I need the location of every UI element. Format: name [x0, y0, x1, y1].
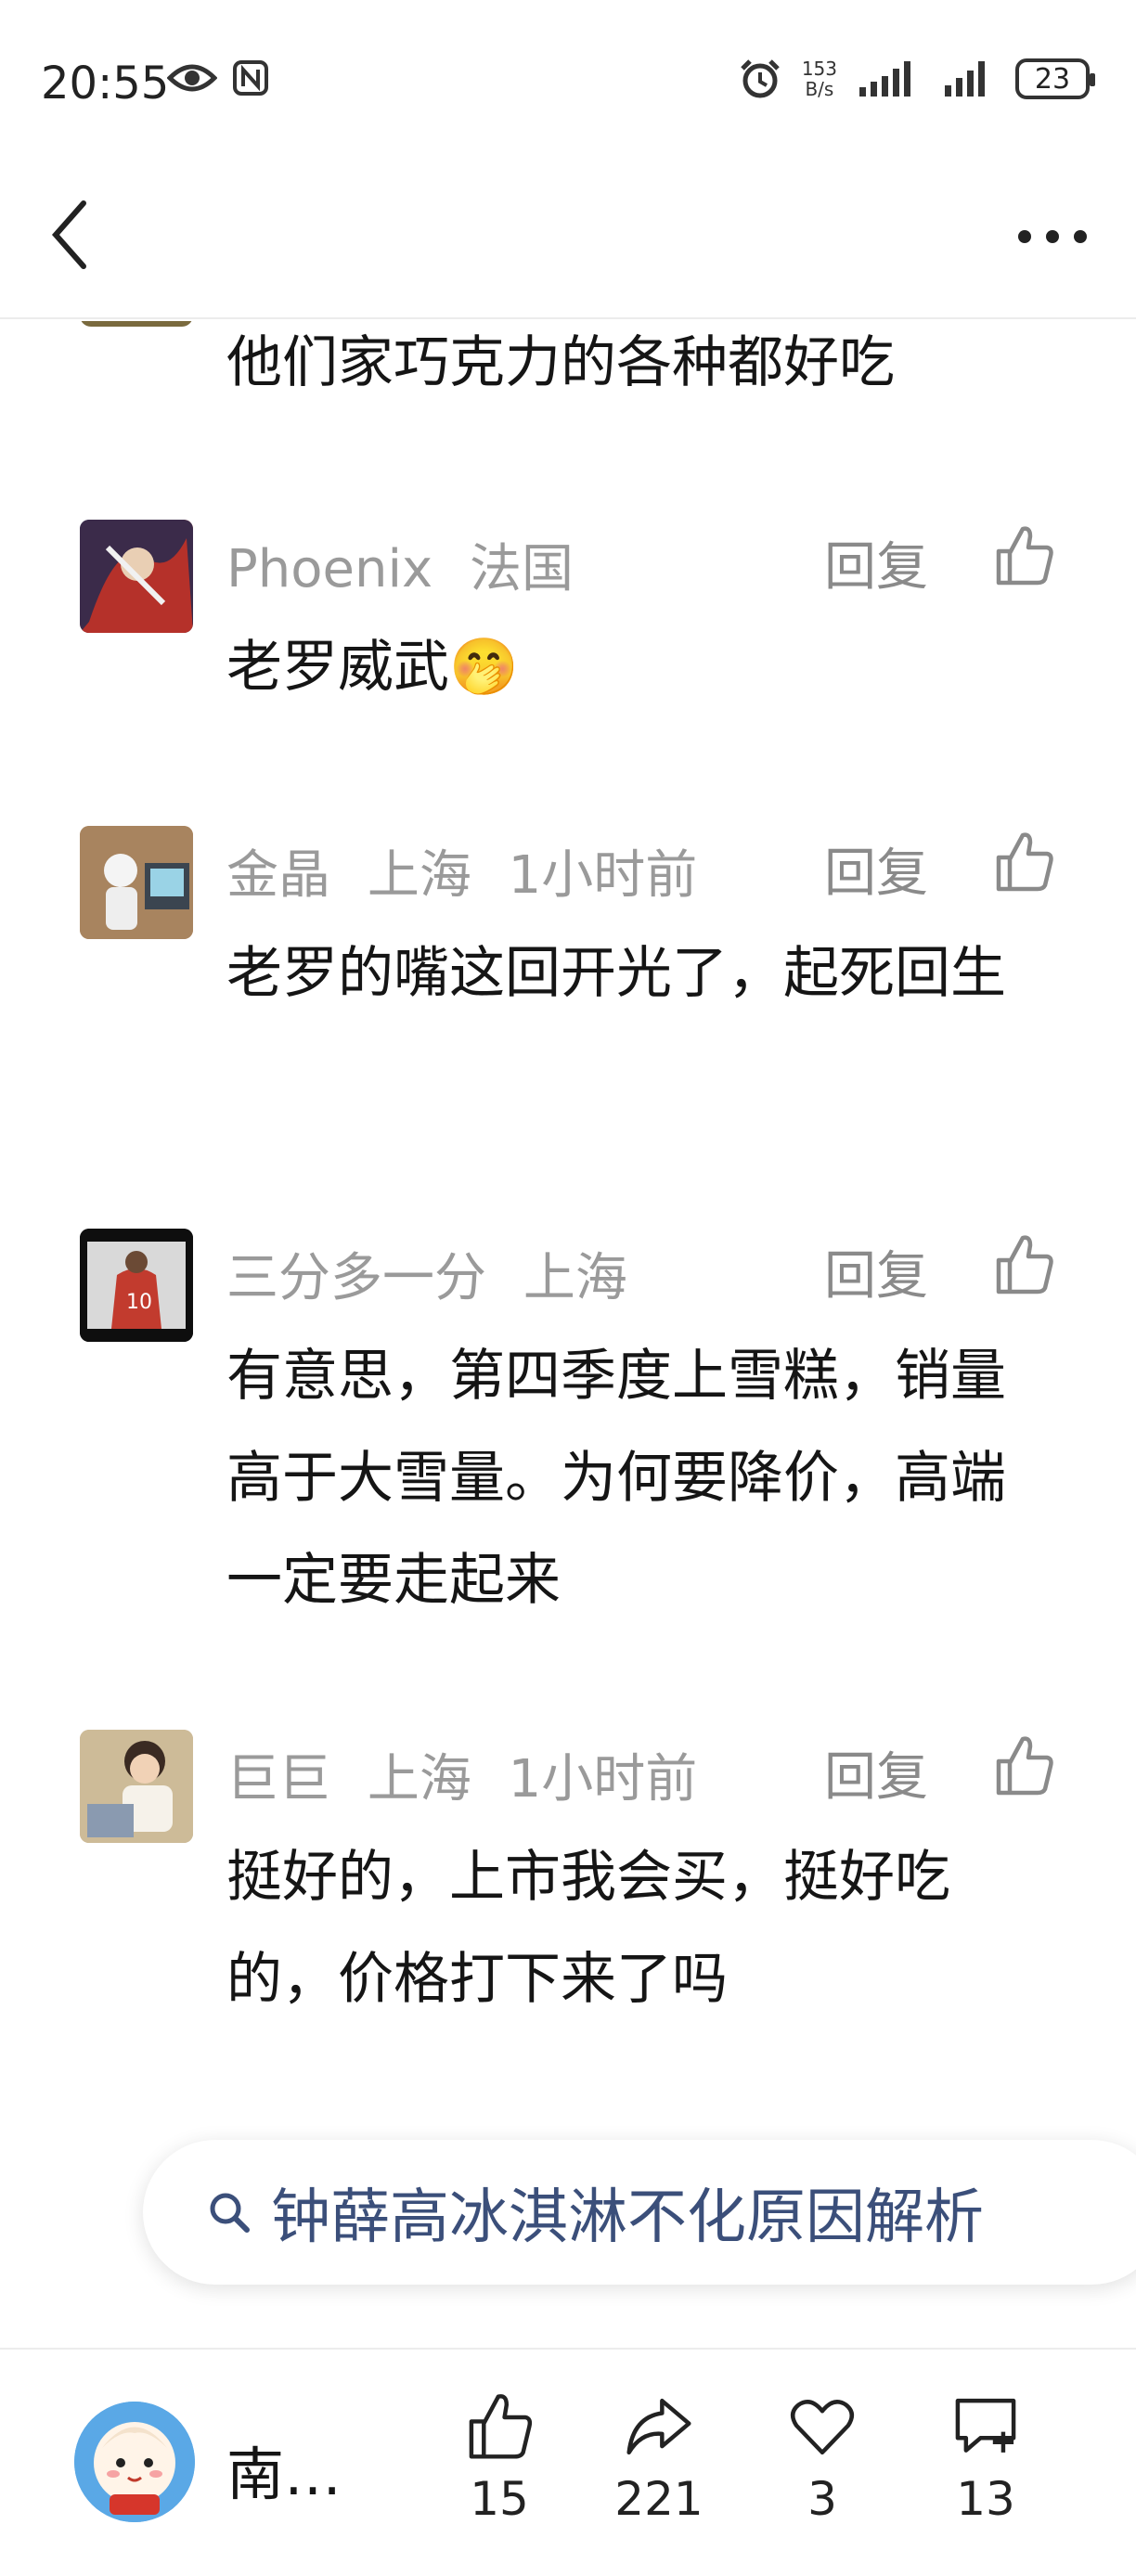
thumbs-up-icon [469, 2394, 533, 2459]
network-speed-unit: B/s [805, 78, 834, 100]
comment-username[interactable]: 金晶 [226, 845, 330, 906]
comment-meta: 巨巨 上海 1小时前 [226, 1737, 697, 1812]
comment-username[interactable]: Phoenix [226, 539, 432, 599]
comment-text: 老罗的嘴这回开光了，起死回生 [226, 941, 1006, 1006]
chevron-left-icon [51, 200, 86, 269]
comment-time: 1小时前 [508, 1749, 698, 1810]
favorite-count: 3 [807, 2472, 837, 2526]
comment-meta: Phoenix 法国 [226, 527, 594, 602]
svg-text:10: 10 [126, 1291, 152, 1314]
reply-button[interactable]: 回复 [824, 1234, 928, 1309]
network-speed-value: 153 [801, 58, 837, 80]
alarm-icon [741, 59, 780, 98]
share-arrow-icon [626, 2398, 691, 2455]
reply-button[interactable]: 回复 [824, 831, 928, 907]
top-nav-bar [0, 158, 1136, 319]
like-button[interactable]: 15 [434, 2390, 564, 2526]
search-icon [210, 2193, 250, 2233]
thumbs-up-icon[interactable] [991, 1232, 1056, 1297]
nfc-icon [233, 60, 268, 96]
thumbs-up-icon[interactable] [991, 523, 1056, 588]
comment-username[interactable]: 巨巨 [226, 1749, 330, 1810]
comment-meta: 三分多一分 上海 [226, 1236, 648, 1311]
comment-list: 他们家巧克力的各种都好吃 Phoenix 法国 回复 老罗威武🤭 金晶 上海 1… [0, 321, 1136, 2158]
more-options-button[interactable] [1006, 204, 1099, 269]
network-speed: 153 B/s [802, 58, 837, 99]
favorite-button[interactable]: 3 [757, 2390, 887, 2526]
reply-button[interactable]: 回复 [824, 525, 928, 600]
thumbs-up-icon[interactable] [991, 830, 1056, 895]
comment-button[interactable]: 13 [921, 2390, 1051, 2526]
comment-text: 有意思，第四季度上雪糕，销量高于大雪量。为何要降价，高端一定要走起来 [226, 1344, 1006, 1613]
battery-indicator: 23 [1015, 58, 1095, 99]
status-bar: 20:55 153 B/s 23 [0, 0, 1136, 158]
avatar[interactable] [80, 1730, 193, 1843]
comment-text: 挺好的，上市我会买，挺好吃的，价格打下来了吗 [226, 1845, 950, 2012]
share-button[interactable]: 221 [594, 2390, 724, 2526]
comment-location: 上海 [367, 1749, 471, 1810]
author-avatar[interactable] [74, 2402, 195, 2522]
status-time: 20:55 [41, 58, 170, 109]
status-icons-left [167, 59, 269, 97]
comment-text: 老罗威武🤭 [226, 635, 519, 700]
author-name[interactable]: 南… [226, 2428, 342, 2511]
heart-icon [791, 2400, 854, 2455]
reply-button[interactable]: 回复 [824, 1735, 928, 1810]
comment-username[interactable]: 三分多一分 [226, 1248, 486, 1308]
avatar[interactable]: 10 [80, 1229, 193, 1342]
signal-icon [859, 61, 910, 97]
search-suggestion-pill[interactable]: 钟薛高冰淇淋不化原因解析 [143, 2140, 1136, 2285]
avatar[interactable] [80, 520, 193, 633]
comment-meta: 金晶 上海 1小时前 [226, 833, 697, 908]
avatar [80, 321, 193, 327]
signal-icon-2 [945, 61, 985, 97]
share-count: 221 [614, 2472, 704, 2526]
comment-time: 1小时前 [508, 845, 698, 906]
comment-text: 他们家巧克力的各种都好吃 [226, 330, 895, 395]
avatar[interactable] [80, 826, 193, 939]
eye-icon [167, 64, 217, 92]
comment-count: 13 [956, 2472, 1015, 2526]
status-right: 153 B/s 23 [739, 58, 1095, 100]
bottom-action-bar: 南… 15 221 3 13 [0, 2348, 1136, 2576]
back-button[interactable] [46, 193, 111, 277]
comment-location: 上海 [523, 1248, 627, 1308]
ellipsis-icon [1018, 230, 1087, 243]
like-count: 15 [470, 2472, 529, 2526]
thumbs-up-icon[interactable] [991, 1733, 1056, 1798]
comment-plus-icon [955, 2398, 1016, 2453]
search-suggestion-text: 钟薛高冰淇淋不化原因解析 [271, 2183, 984, 2252]
comment-location: 上海 [367, 845, 471, 906]
comment-location: 法国 [469, 539, 574, 599]
